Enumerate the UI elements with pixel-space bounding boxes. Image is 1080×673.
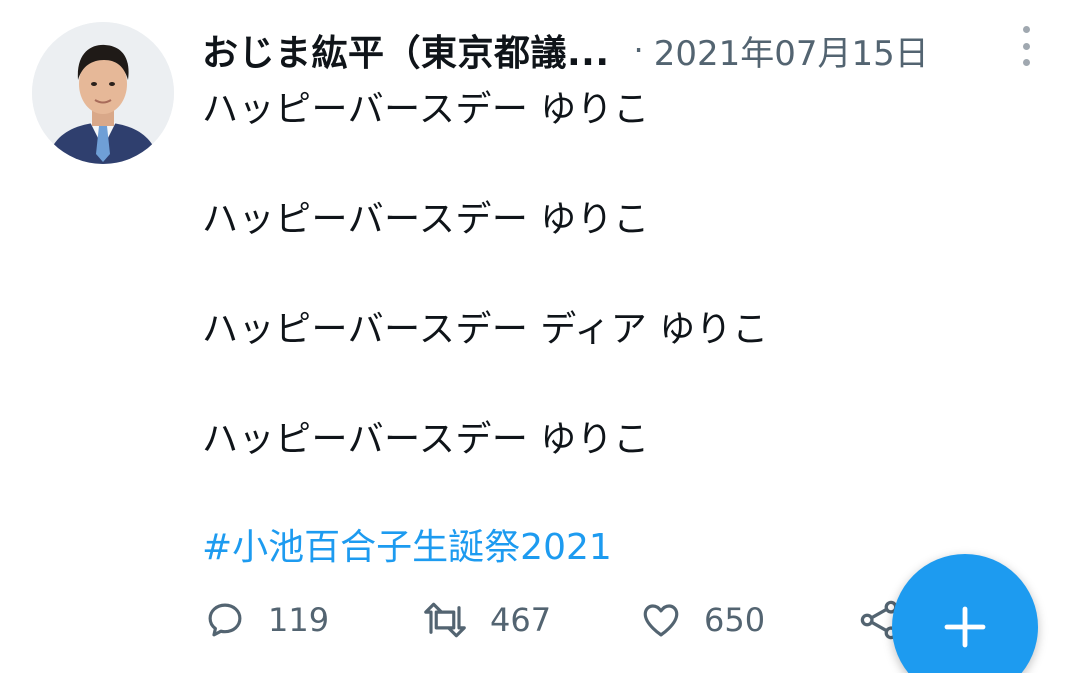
tweet-text-line: ハッピーバースデー ゆりこ — [202, 419, 650, 460]
heart-icon — [643, 604, 679, 637]
avatar[interactable] — [32, 22, 174, 164]
avatar-image — [32, 22, 174, 164]
retweet-count: 467 — [490, 601, 552, 639]
tweet-timestamp[interactable]: 2021年07月15日 — [654, 26, 929, 75]
header-separator: · — [633, 31, 644, 69]
tweet: おじま紘平（東京都議... · 2021年07月15日 ハッピーバースデー ゆり… — [0, 0, 1080, 673]
like-count: 650 — [704, 601, 766, 639]
tweet-header: おじま紘平（東京都議... · 2021年07月15日 — [202, 22, 929, 78]
author-name[interactable]: おじま紘平（東京都議... — [202, 24, 610, 76]
reply-icon — [208, 603, 242, 637]
compose-fab-button[interactable] — [892, 554, 1038, 673]
hashtag-link[interactable]: #小池百合子生誕祭2021 — [202, 518, 612, 570]
more-vertical-icon[interactable] — [1012, 26, 1040, 66]
retweet-icon — [424, 602, 466, 638]
tweet-text-line: ハッピーバースデー ゆりこ — [202, 199, 650, 240]
tweet-text-line: ハッピーバースデー ディア ゆりこ — [202, 309, 769, 350]
reply-button[interactable]: 119 — [204, 596, 329, 644]
retweet-button[interactable]: 467 — [422, 596, 551, 644]
plus-icon — [944, 606, 986, 648]
tweet-text-line: ハッピーバースデー ゆりこ — [202, 89, 650, 130]
like-button[interactable]: 650 — [640, 596, 765, 644]
reply-count: 119 — [268, 601, 330, 639]
